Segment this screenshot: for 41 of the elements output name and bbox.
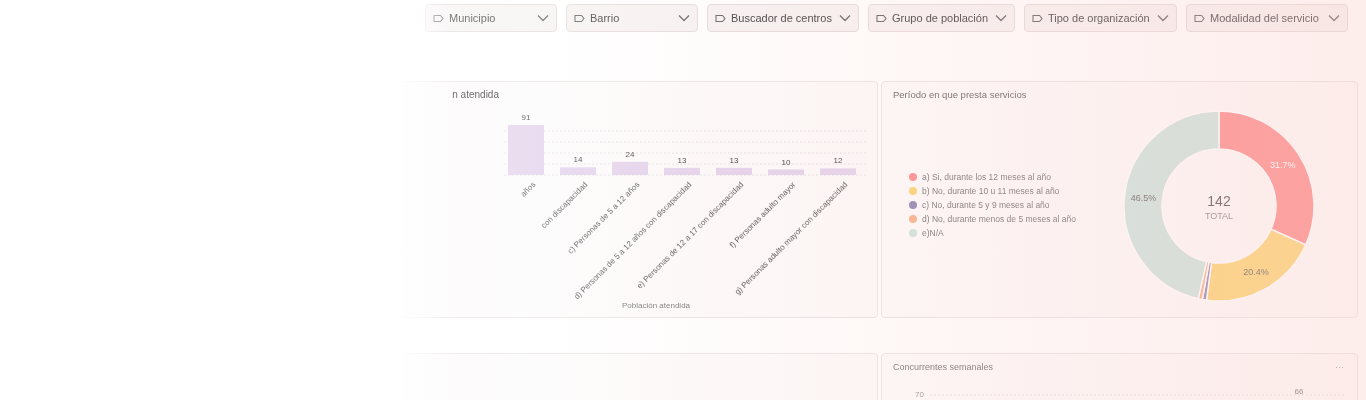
bar-value: 91 (521, 112, 531, 122)
slice-label: 20.4% (1243, 267, 1269, 278)
filter-dropdown[interactable]: Buscador de centros (707, 4, 859, 32)
bar-value: 14 (573, 155, 583, 165)
filter-dropdown[interactable]: Municipio (425, 4, 557, 32)
filter-dropdown[interactable]: Tipo de organización (1024, 4, 1177, 32)
chevron-icon (678, 14, 690, 22)
total-value: 142 (1207, 193, 1231, 209)
bar-value: 10 (781, 157, 791, 167)
total-label: TOTAL (1204, 211, 1234, 221)
axis-tick: 70 (915, 390, 924, 399)
chevron-icon (1328, 14, 1340, 22)
chart-title: Concurrentes semanales (893, 362, 994, 372)
chevron-icon (537, 14, 549, 22)
legend-label: d) No, durante menos de 5 meses al año (922, 214, 1077, 224)
slice-label: 46.5% (1130, 192, 1157, 203)
tag-icon (1032, 13, 1043, 23)
filter-dropdown[interactable]: Barrio (566, 4, 698, 32)
legend-label: a) Si, durante los 12 meses al año (922, 172, 1051, 182)
bar-value: 13 (729, 155, 739, 165)
tag-icon (1194, 13, 1205, 23)
chevron-icon (839, 14, 851, 22)
axis-title: Población atendida (621, 301, 691, 310)
bar-value: 12 (833, 156, 843, 166)
bar-value: 13 (677, 155, 687, 165)
chart-title: Período en que presta servicios (893, 89, 1027, 100)
filter-dropdown[interactable]: Grupo de población (868, 4, 1015, 32)
chart-title: n atendida (452, 89, 499, 100)
tag-icon (433, 13, 444, 23)
bar-value: 66 (1294, 387, 1304, 396)
chevron-icon (1157, 14, 1169, 22)
chevron-icon (995, 14, 1007, 22)
tag-icon (876, 13, 887, 23)
bar-value: 24 (625, 149, 635, 159)
tag-icon (574, 13, 585, 23)
legend-label: e)N/A (922, 228, 944, 238)
filter-dropdown[interactable]: Modalidad del servicio (1186, 4, 1348, 32)
slice-label: 31.7% (1270, 159, 1296, 170)
legend-label: c) No, durante 5 y 9 meses al año (922, 200, 1050, 210)
tag-icon (715, 13, 726, 23)
legend-label: b) No, durante 10 u 11 meses al año (922, 186, 1060, 196)
